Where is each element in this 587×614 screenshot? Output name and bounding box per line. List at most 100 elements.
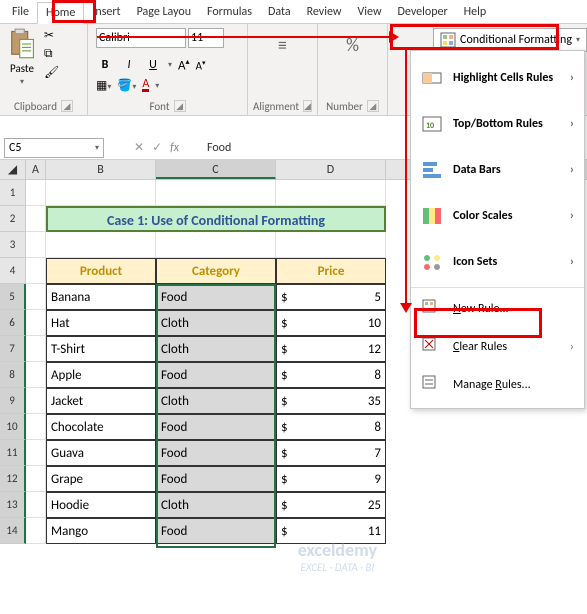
dialog-launcher-icon[interactable]: ◢ [367, 100, 379, 112]
cell-product-7[interactable]: Grape [46, 466, 156, 492]
fill-color-button[interactable]: 🪣▾ [117, 78, 136, 93]
header-category[interactable]: Category [156, 258, 276, 284]
font-name-select[interactable] [96, 28, 186, 48]
menu-icon-sets[interactable]: Icon Sets › [411, 239, 584, 285]
alignment-icon[interactable]: ≡ [256, 28, 309, 56]
fx-icon[interactable]: fx [170, 141, 179, 155]
cell-category-2[interactable]: Cloth [156, 336, 276, 362]
menu-highlight-cells-rules[interactable]: Highlight Cells Rules › [411, 55, 584, 101]
format-painter-icon[interactable]: 🖌 [44, 65, 59, 80]
tab-view[interactable]: View [349, 2, 389, 22]
menu-clear-rules[interactable]: Clear Rules › [411, 328, 584, 366]
cell-price-6[interactable]: $7 [276, 440, 386, 466]
cell-A7[interactable] [26, 336, 46, 362]
cell-category-6[interactable]: Food [156, 440, 276, 466]
cell-product-0[interactable]: Banana [46, 284, 156, 310]
tab-file[interactable]: File [4, 2, 37, 22]
menu-data-bars[interactable]: Data Bars › [411, 147, 584, 193]
title-cell[interactable]: Case 1: Use of Conditional Formatting [46, 206, 386, 232]
cell-A9[interactable] [26, 388, 46, 414]
row-header-1[interactable]: 1 [0, 180, 26, 206]
cell-A1[interactable] [26, 180, 46, 206]
header-price[interactable]: Price [276, 258, 386, 284]
cell-category-4[interactable]: Cloth [156, 388, 276, 414]
cell-product-3[interactable]: Apple [46, 362, 156, 388]
cell-category-7[interactable]: Food [156, 466, 276, 492]
row-header-8[interactable]: 8 [0, 362, 26, 388]
cell-price-0[interactable]: $5 [276, 284, 386, 310]
cell-price-5[interactable]: $8 [276, 414, 386, 440]
menu-color-scales[interactable]: Color Scales › [411, 193, 584, 239]
cell-product-8[interactable]: Hoodie [46, 492, 156, 518]
cell-D3[interactable] [276, 232, 386, 258]
cell-A4[interactable] [26, 258, 46, 284]
tab-help[interactable]: Help [456, 2, 495, 22]
row-header-4[interactable]: 4 [0, 258, 26, 284]
cell-B3[interactable] [46, 232, 156, 258]
cell-C3[interactable] [156, 232, 276, 258]
row-header-2[interactable]: 2 [0, 206, 26, 232]
copy-icon[interactable]: ⧉ [44, 47, 59, 61]
cell-product-9[interactable]: Mango [46, 518, 156, 544]
cell-product-1[interactable]: Hat [46, 310, 156, 336]
conditional-formatting-button[interactable]: Conditional Formatting ▾ [433, 28, 587, 52]
cell-product-2[interactable]: T-Shirt [46, 336, 156, 362]
cell-category-0[interactable]: Food [156, 284, 276, 310]
column-header-B[interactable]: B [46, 160, 156, 179]
cell-price-2[interactable]: $12 [276, 336, 386, 362]
name-box[interactable]: C5▾ [4, 138, 104, 158]
cell-product-6[interactable]: Guava [46, 440, 156, 466]
header-product[interactable]: Product [46, 258, 156, 284]
font-color-button[interactable]: A [142, 79, 149, 92]
row-header-9[interactable]: 9 [0, 388, 26, 414]
cell-product-5[interactable]: Chocolate [46, 414, 156, 440]
cell-category-3[interactable]: Food [156, 362, 276, 388]
increase-font-icon[interactable]: A▴ [178, 57, 190, 73]
cell-A2[interactable] [26, 206, 46, 232]
cell-price-3[interactable]: $8 [276, 362, 386, 388]
column-header-C[interactable]: C [156, 160, 276, 179]
row-header-5[interactable]: 5 [0, 284, 26, 310]
dialog-launcher-icon[interactable]: ◢ [174, 100, 186, 112]
column-header-D[interactable]: D [276, 160, 386, 179]
row-header-11[interactable]: 11 [0, 440, 26, 466]
decrease-font-icon[interactable]: A▾ [196, 58, 206, 73]
formula-bar[interactable]: Food [207, 141, 231, 155]
row-header-10[interactable]: 10 [0, 414, 26, 440]
dialog-launcher-icon[interactable]: ◢ [303, 100, 312, 112]
cut-icon[interactable]: ✂ [44, 28, 59, 43]
cell-A8[interactable] [26, 362, 46, 388]
cell-product-4[interactable]: Jacket [46, 388, 156, 414]
row-header-6[interactable]: 6 [0, 310, 26, 336]
cell-category-5[interactable]: Food [156, 414, 276, 440]
cell-A6[interactable] [26, 310, 46, 336]
tab-home[interactable]: Home [37, 2, 84, 24]
row-header-12[interactable]: 12 [0, 466, 26, 492]
menu-top-bottom-rules[interactable]: 10 Top/Bottom Rules › [411, 101, 584, 147]
tab-pagelayout[interactable]: Page Layou [129, 2, 199, 22]
cell-A5[interactable] [26, 284, 46, 310]
tab-developer[interactable]: Developer [390, 2, 456, 22]
tab-review[interactable]: Review [299, 2, 350, 22]
cell-A3[interactable] [26, 232, 46, 258]
cell-category-9[interactable]: Food [156, 518, 276, 544]
cell-A12[interactable] [26, 466, 46, 492]
border-button[interactable]: ▦▾ [96, 78, 111, 93]
cell-A11[interactable] [26, 440, 46, 466]
tab-data[interactable]: Data [260, 2, 299, 22]
select-all-button[interactable]: ◢ [0, 160, 26, 179]
bold-button[interactable]: B [96, 58, 114, 72]
row-header-14[interactable]: 14 [0, 518, 26, 544]
cell-D1[interactable] [276, 180, 386, 206]
cell-price-8[interactable]: $25 [276, 492, 386, 518]
paste-button[interactable]: Paste ▾ [8, 28, 36, 87]
underline-button[interactable]: U [144, 58, 162, 72]
menu-manage-rules[interactable]: Manage Rules... [411, 366, 584, 404]
row-header-13[interactable]: 13 [0, 492, 26, 518]
cell-price-4[interactable]: $35 [276, 388, 386, 414]
cell-price-1[interactable]: $10 [276, 310, 386, 336]
cell-category-8[interactable]: Cloth [156, 492, 276, 518]
italic-button[interactable]: I [120, 58, 138, 72]
menu-new-rule[interactable]: New Rule... [411, 290, 584, 328]
cancel-formula-icon[interactable]: ✕ [134, 140, 144, 155]
